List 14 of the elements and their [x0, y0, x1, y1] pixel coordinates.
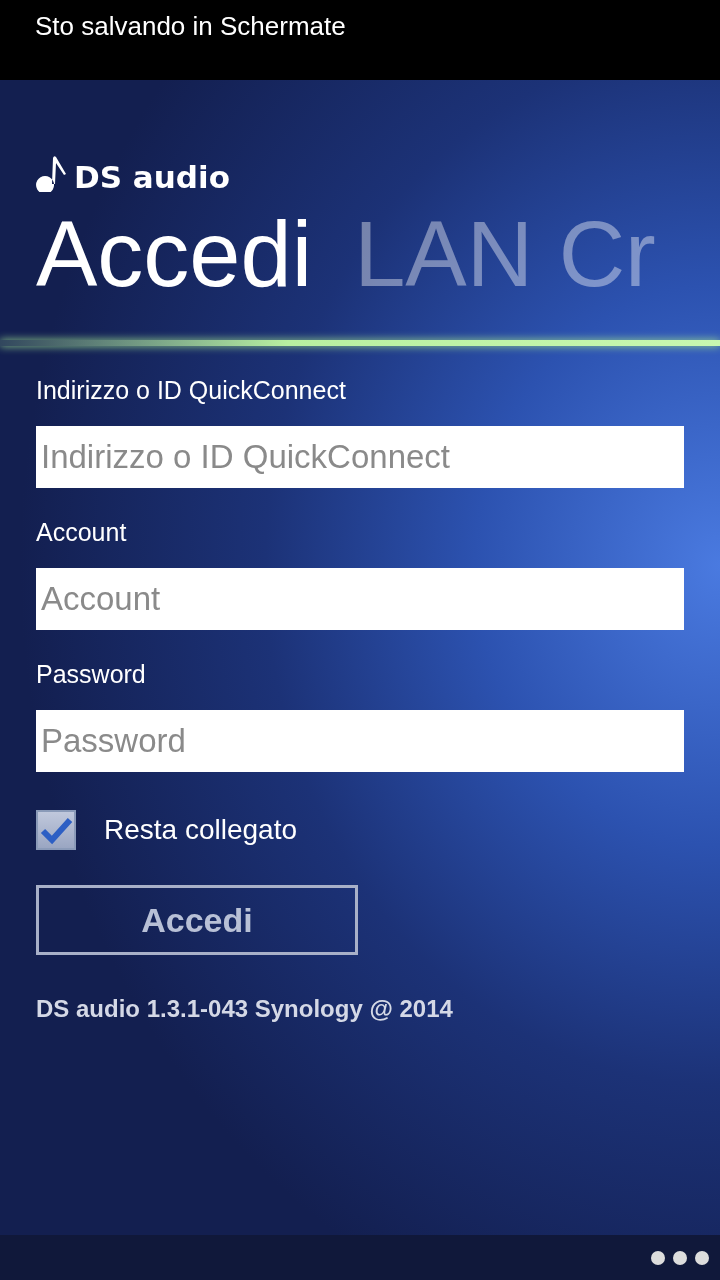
field-label: Indirizzo o ID QuickConnect [36, 375, 347, 405]
more-icon[interactable] [650, 1249, 710, 1266]
input-field[interactable]: Indirizzo o ID QuickConnect [36, 426, 684, 488]
version-text: DS audio 1.3.1-043 Synology @ 2014 [36, 995, 453, 1023]
field-label: Password [36, 659, 147, 689]
field-label: Account [36, 517, 128, 547]
app-logo: DS audio [74, 162, 230, 192]
input-field[interactable]: Password [36, 710, 684, 772]
input-field[interactable]: Account [36, 568, 684, 630]
pivot-header[interactable]: Accedi [36, 206, 313, 302]
checkbox[interactable] [36, 810, 76, 850]
login-button[interactable]: Accedi [36, 885, 358, 955]
status-text: Sto salvando in Schermate [35, 10, 346, 42]
checkbox-label: Resta collegato [104, 814, 297, 846]
